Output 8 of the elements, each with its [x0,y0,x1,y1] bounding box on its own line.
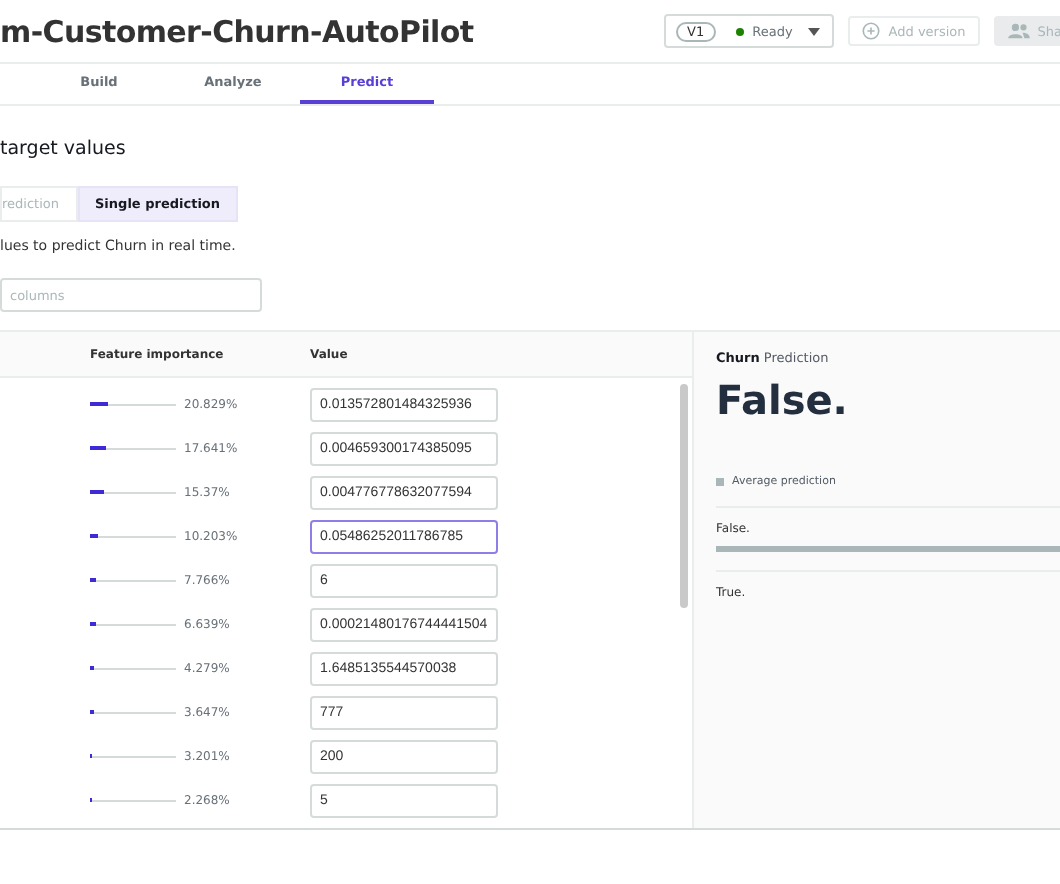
section-title: target values [0,138,128,160]
plus-circle-icon [862,22,881,40]
people-icon [1007,22,1030,40]
prediction-result: False. [716,376,850,424]
page-title: m-Customer-Churn-AutoPilot [0,13,474,49]
scrollbar[interactable] [680,384,688,608]
caret-icon [808,27,821,35]
legend-swatch [716,478,724,486]
